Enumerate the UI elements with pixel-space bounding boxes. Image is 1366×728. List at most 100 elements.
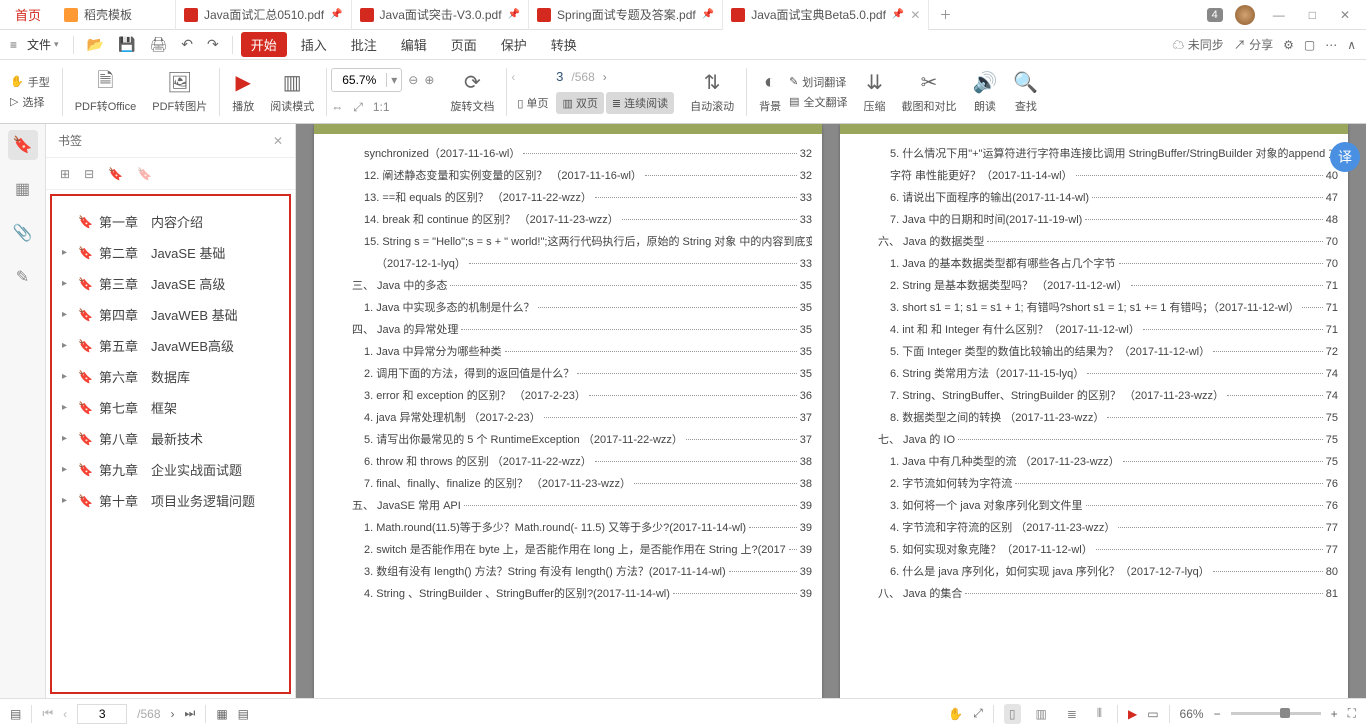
share-button[interactable]: ↗ 分享: [1234, 36, 1273, 53]
pin-icon[interactable]: 📌: [330, 9, 342, 20]
document-viewport[interactable]: synchronized（2017-11-16-wl）3212. 阐述静态变量和…: [296, 124, 1366, 698]
fit-page-icon[interactable]: ⤢: [353, 100, 363, 115]
translate-float-icon[interactable]: 译: [1330, 142, 1360, 172]
background-button[interactable]: ◐背景: [751, 70, 789, 114]
prev-page-icon[interactable]: ‹: [63, 707, 67, 721]
read-mode[interactable]: ▥阅读模式: [262, 70, 322, 114]
redo-icon[interactable]: ↷: [202, 36, 224, 53]
fullscreen-icon[interactable]: ⛶: [1348, 706, 1356, 721]
last-page-icon[interactable]: ⏭: [185, 706, 196, 721]
panel-close-icon[interactable]: ✕: [273, 134, 283, 148]
select-tool[interactable]: ▷ 选择: [10, 94, 50, 110]
settings-icon[interactable]: ⚙: [1283, 38, 1294, 52]
pin-icon[interactable]: 📌: [508, 9, 520, 20]
undo-icon[interactable]: ↶: [176, 36, 198, 53]
annotation-rail-icon[interactable]: ✎: [8, 262, 38, 292]
view-cont-icon[interactable]: ≣: [1062, 704, 1082, 724]
rotate-button[interactable]: ⟳旋转文档: [442, 70, 502, 114]
screenshot-button[interactable]: ✂截图和对比: [893, 70, 964, 114]
notification-badge[interactable]: 4: [1207, 8, 1223, 22]
save-icon[interactable]: 💾: [113, 36, 140, 53]
hand-tool[interactable]: ✋ 手型: [10, 74, 50, 90]
open-icon[interactable]: 📂: [82, 36, 109, 53]
bookmark-outline-icon[interactable]: 🔖: [137, 167, 152, 181]
tab-doc4-active[interactable]: Java面试宝典Beta5.0.pdf📌✕: [723, 0, 929, 30]
menu-edit[interactable]: 编辑: [391, 35, 437, 54]
full-translate[interactable]: ▤ 全文翻译: [789, 94, 847, 110]
double-page-btn[interactable]: ▥ 双页: [556, 92, 603, 114]
menu-comment[interactable]: 批注: [341, 35, 387, 54]
fit-width-icon[interactable]: ⇔: [331, 100, 343, 115]
bookmark-item[interactable]: ▸🔖第四章 JavaWEB 基础: [54, 299, 287, 330]
view-cont2-icon[interactable]: ⫴: [1092, 703, 1107, 724]
hamburger-icon[interactable]: ≡: [10, 38, 17, 52]
menu-start[interactable]: 开始: [241, 32, 287, 57]
tab-doc3[interactable]: Spring面试专题及答案.pdf📌: [529, 0, 723, 30]
status-page-input[interactable]: [77, 704, 127, 724]
sidebar-toggle-icon[interactable]: ▤: [10, 707, 21, 721]
bookmark-item[interactable]: ▸🔖第二章 JavaSE 基础: [54, 237, 287, 268]
bookmark-rail-icon[interactable]: 🔖: [8, 130, 38, 160]
pdf-to-image[interactable]: 🖼PDF转图片: [144, 70, 215, 114]
zoom-in-icon[interactable]: +: [1331, 707, 1338, 721]
print-icon[interactable]: 🖨: [144, 36, 172, 53]
bookmark-item[interactable]: ▸🔖第十章 项目业务逻辑问题: [54, 485, 287, 516]
zoom-slider[interactable]: [1231, 712, 1321, 715]
find-button[interactable]: 🔍查找: [1005, 70, 1046, 114]
bookmark-solid-icon[interactable]: 🔖: [108, 167, 123, 181]
next-page-icon[interactable]: ›: [603, 70, 607, 84]
file-menu[interactable]: 文件▾: [21, 36, 65, 53]
read-aloud-button[interactable]: 🔊朗读: [964, 70, 1005, 114]
menu-insert[interactable]: 插入: [291, 35, 337, 54]
maximize-icon[interactable]: □: [1303, 8, 1322, 22]
prev-page-icon[interactable]: ‹: [511, 70, 515, 84]
thumbnail-rail-icon[interactable]: ▦: [8, 174, 38, 204]
first-page-icon[interactable]: ⏮: [42, 706, 53, 721]
bookmark-item[interactable]: ▸🔖第三章 JavaSE 高级: [54, 268, 287, 299]
fit-icon[interactable]: ⤢: [973, 706, 983, 721]
single-page-btn[interactable]: ▯ 单页: [511, 92, 554, 114]
avatar[interactable]: [1235, 5, 1255, 25]
bookmark-item[interactable]: ▸🔖第六章 数据库: [54, 361, 287, 392]
view-single-icon[interactable]: ▯: [1004, 704, 1021, 724]
pin-icon[interactable]: 📌: [702, 9, 714, 20]
zoom-in-icon[interactable]: ⊕: [424, 73, 434, 87]
bookmark-item[interactable]: ▸🔖第五章 JavaWEB高级: [54, 330, 287, 361]
word-translate[interactable]: ✎ 划词翻译: [789, 74, 847, 90]
menu-convert[interactable]: 转换: [541, 35, 587, 54]
tab-doc2[interactable]: Java面试突击-V3.0.pdf📌: [352, 0, 530, 30]
continuous-btn[interactable]: ≣ 连续阅读: [606, 92, 674, 114]
menu-page[interactable]: 页面: [441, 35, 487, 54]
hand-mode-icon[interactable]: ✋: [948, 707, 963, 721]
more-icon[interactable]: ⋯: [1325, 38, 1337, 52]
pdf-to-office[interactable]: 🗎PDF转Office: [67, 70, 145, 114]
tab-doc1[interactable]: Java面试汇总0510.pdf📌: [176, 0, 352, 30]
bookmark-item[interactable]: ▸🔖第九章 企业实战面试题: [54, 454, 287, 485]
minimize-icon[interactable]: —: [1267, 8, 1291, 22]
view-double-icon[interactable]: ▥: [1031, 704, 1052, 724]
pin-icon[interactable]: 📌: [892, 9, 904, 20]
outline-view-icon[interactable]: ▤: [238, 707, 249, 721]
attachment-rail-icon[interactable]: 📎: [8, 218, 38, 248]
collapse-icon[interactable]: ∧: [1347, 38, 1356, 52]
feedback-icon[interactable]: ▢: [1304, 38, 1315, 52]
tab-template[interactable]: 稻壳模板: [56, 0, 176, 30]
sync-status[interactable]: ☁ 未同步: [1172, 36, 1223, 53]
zoom-box[interactable]: ▾: [331, 68, 402, 92]
zoom-out-icon[interactable]: −: [1214, 707, 1221, 721]
thumbnail-view-icon[interactable]: ▦: [216, 707, 227, 721]
bookmark-item[interactable]: ▸🔖第七章 框架: [54, 392, 287, 423]
bookmark-item[interactable]: 🔖第一章 内容介绍: [54, 206, 287, 237]
zoom-input[interactable]: [332, 73, 386, 87]
expand-all-icon[interactable]: ⊞: [60, 167, 70, 181]
collapse-all-icon[interactable]: ⊟: [84, 167, 94, 181]
new-tab-button[interactable]: ＋: [929, 6, 961, 23]
bookmark-item[interactable]: ▸🔖第八章 最新技术: [54, 423, 287, 454]
readmode-icon[interactable]: ▭: [1147, 707, 1158, 721]
page-input[interactable]: [523, 69, 563, 84]
actual-size-icon[interactable]: 1:1: [373, 100, 390, 115]
home-tab[interactable]: 首页: [0, 0, 56, 30]
menu-protect[interactable]: 保护: [491, 35, 537, 54]
close-icon[interactable]: ✕: [910, 8, 920, 22]
autoscroll-button[interactable]: ⇅自动滚动: [682, 70, 742, 114]
